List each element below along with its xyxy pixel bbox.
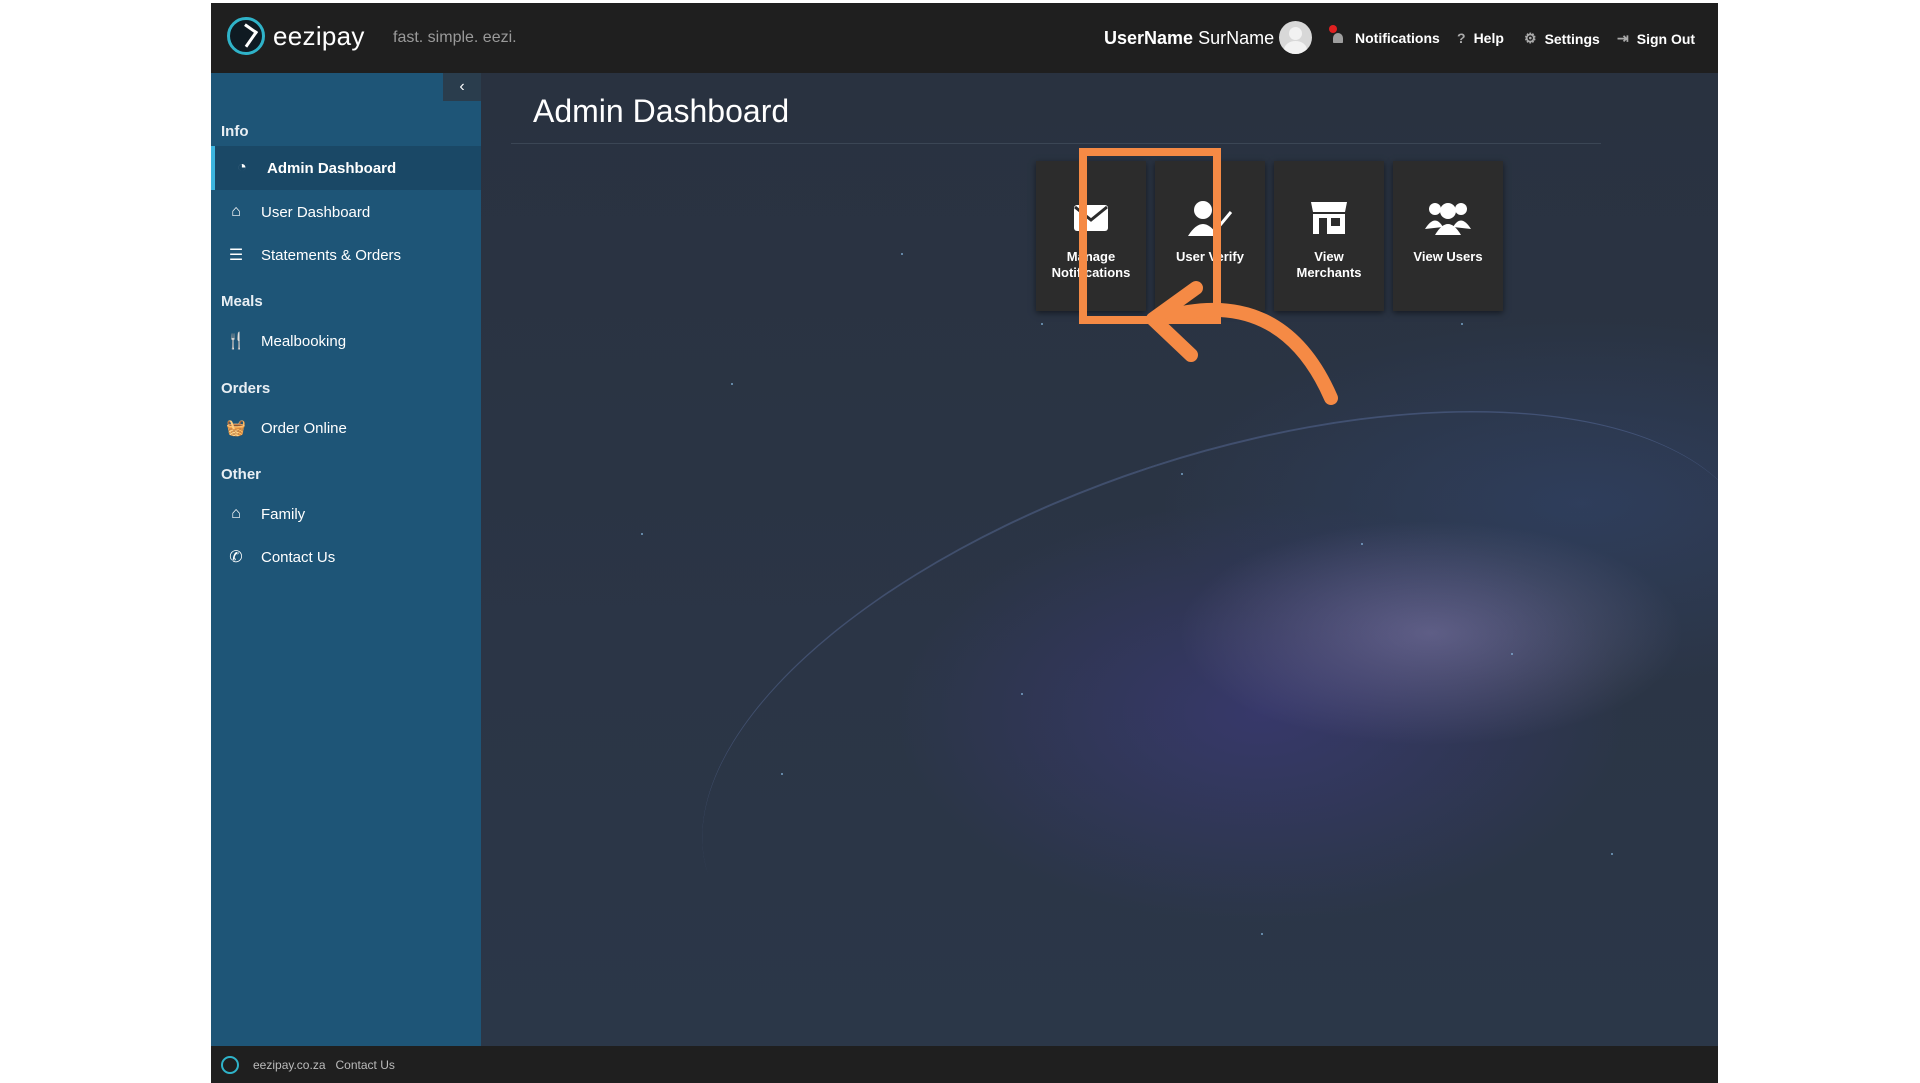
annotation-arrow [1146, 281, 1338, 405]
help-link[interactable]: ? Help [1457, 30, 1504, 46]
sign-out-label: Sign Out [1636, 30, 1696, 47]
user-first-name: UserName [1104, 28, 1194, 48]
bell-icon [1329, 25, 1345, 45]
footer-contact-link[interactable]: Contact Us [336, 1058, 395, 1072]
sign-out-icon: ⇥ [1617, 30, 1629, 46]
sidebar-item-admin-dashboard[interactable]: ◔ Admin Dashboard [211, 146, 481, 190]
avatar[interactable] [1279, 21, 1312, 54]
background-star [1611, 853, 1613, 855]
sidebar-item-label: Mealbooking [261, 332, 347, 350]
sidebar-item-label: Contact Us [261, 548, 336, 566]
cutlery-icon: 🍴 [226, 333, 246, 350]
notifications-link[interactable]: Notifications [1329, 25, 1440, 46]
settings-link[interactable]: ⚙ Settings [1524, 30, 1600, 47]
user-name[interactable]: UserName SurName [1104, 28, 1274, 49]
sidebar-item-user-dashboard[interactable]: ⌂ User Dashboard [211, 190, 481, 234]
sidebar: ‹ Info ◔ Admin Dashboard ⌂ User Dashboar… [211, 73, 481, 1046]
top-bar: eezipay fast. simple. eezi. UserName Sur… [211, 3, 1718, 73]
main-content: Admin Dashboard Manage Notifications User… [481, 73, 1718, 1046]
section-orders: Orders [221, 380, 271, 397]
sidebar-item-family[interactable]: ⌂ Family [211, 492, 481, 536]
footer-logo-icon [221, 1055, 239, 1074]
brand-name: eezipay [273, 20, 365, 51]
sidebar-item-label: Family [261, 505, 306, 523]
background-star [781, 773, 783, 775]
background-star [1361, 543, 1363, 545]
section-info: Info [221, 123, 249, 140]
user-last-name: SurName [1198, 28, 1275, 48]
question-icon: ? [1457, 30, 1466, 46]
sidebar-item-label: Admin Dashboard [267, 159, 397, 177]
logo[interactable]: eezipay [227, 17, 365, 55]
family-icon: ⌂ [231, 505, 241, 522]
tagline: fast. simple. eezi. [393, 29, 517, 46]
sidebar-item-label: Order Online [261, 419, 347, 437]
help-label: Help [1473, 30, 1504, 46]
sidebar-item-order-online[interactable]: 🧺 Order Online [211, 406, 481, 450]
sidebar-item-label: User Dashboard [261, 203, 371, 221]
background-star [1511, 653, 1513, 655]
sidebar-item-statements-orders[interactable]: ☰ Statements & Orders [211, 233, 481, 277]
sidebar-item-contact-us[interactable]: ✆ Contact Us [211, 535, 481, 579]
basket-icon: 🧺 [226, 420, 246, 437]
background-star [1181, 473, 1183, 475]
sidebar-item-mealbooking[interactable]: 🍴 Mealbooking [211, 319, 481, 363]
sidebar-item-label: Statements & Orders [261, 246, 402, 264]
gear-icon: ⚙ [1524, 30, 1537, 46]
background-star [1021, 693, 1023, 695]
section-meals: Meals [221, 293, 263, 310]
phone-icon: ✆ [229, 549, 243, 566]
app-window: eezipay fast. simple. eezi. UserName Sur… [211, 3, 1718, 1083]
footer-site-link[interactable]: eezipay.co.za [253, 1058, 326, 1072]
notifications-label: Notifications [1355, 30, 1440, 46]
section-other: Other [221, 466, 262, 483]
collapse-sidebar-button[interactable]: ‹ [443, 73, 481, 101]
sign-out-link[interactable]: ⇥ Sign Out [1617, 30, 1695, 47]
background-star [1261, 933, 1263, 935]
home-icon: ⌂ [231, 203, 241, 220]
list-icon: ☰ [228, 247, 244, 264]
background-star [641, 533, 643, 535]
eezipay-logo-icon [227, 17, 265, 55]
footer: eezipay.co.za Contact Us [211, 1046, 1718, 1083]
settings-label: Settings [1544, 30, 1600, 47]
dashboard-icon: ◔ [237, 159, 247, 176]
